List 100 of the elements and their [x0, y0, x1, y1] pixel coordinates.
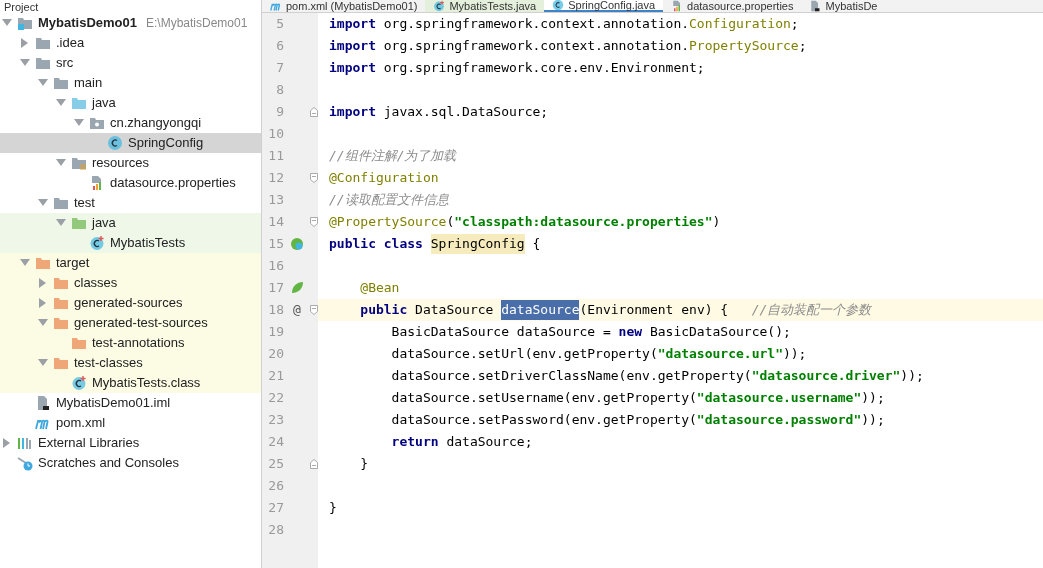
editor-tab[interactable]: pom.xml (MybatisDemo01) — [262, 0, 426, 12]
code-token: } — [359, 455, 369, 474]
code-token: return — [390, 433, 439, 452]
code-token: BasicDataSource dataSource = — [390, 323, 612, 342]
line-number: 13 — [267, 191, 284, 210]
collapse-arrow-icon[interactable] — [38, 79, 48, 87]
code-token: import — [329, 37, 376, 56]
fold-icon[interactable] — [310, 217, 318, 227]
folder-icon — [35, 35, 51, 51]
panel-title[interactable]: Project — [4, 2, 39, 13]
tree-item[interactable]: java — [0, 213, 261, 233]
code-token: public — [359, 301, 408, 320]
collapse-arrow-icon[interactable] — [20, 259, 30, 267]
folder-icon — [71, 215, 87, 231]
tree-item[interactable]: java — [0, 93, 261, 113]
tree-item[interactable]: main — [0, 73, 261, 93]
code-token: ; — [790, 15, 799, 34]
implemented-marker-icon[interactable] — [290, 237, 304, 251]
tree-item-label: MybatisDemo01.iml — [56, 394, 171, 413]
collapse-arrow-icon[interactable] — [20, 59, 30, 67]
tree-item[interactable]: classes — [0, 273, 261, 293]
gutter-marker[interactable]: @ — [293, 300, 301, 320]
tree-item[interactable]: SpringConfig — [0, 133, 261, 153]
tree-item[interactable]: datasource.properties — [0, 173, 261, 193]
tree-item[interactable]: resources — [0, 153, 261, 173]
module-file-icon — [809, 0, 822, 12]
tree-item-label: test — [74, 194, 95, 213]
fold-icon[interactable] — [310, 459, 318, 469]
fold-icon[interactable] — [310, 305, 318, 315]
tree-item[interactable]: Scratches and Consoles — [0, 453, 261, 473]
tree-item-label: cn.zhangyongqi — [110, 114, 202, 133]
collapse-arrow-icon[interactable] — [38, 199, 48, 207]
folder-icon — [35, 55, 51, 71]
tree-item[interactable]: MybatisDemo01 E:\MybatisDemo01 — [0, 13, 261, 33]
line-number: 22 — [267, 389, 284, 408]
fold-icon[interactable] — [310, 107, 318, 117]
expand-arrow-icon[interactable] — [3, 438, 11, 448]
resources-folder-icon — [71, 155, 87, 171]
expand-arrow-icon[interactable] — [21, 38, 29, 48]
fold-icon[interactable] — [310, 173, 318, 183]
code-token: dataSource.setPassword(env.getProperty( — [390, 411, 697, 430]
code-token: dataSource.setUsername(env.getProperty( — [390, 389, 697, 408]
scratches-icon — [17, 455, 33, 471]
line-number: 26 — [267, 477, 284, 496]
editor-tab[interactable]: MybatisDe — [801, 0, 886, 12]
editor-tab[interactable]: SpringConfig.java — [544, 0, 664, 12]
code-token: )); — [900, 367, 924, 386]
tree-item[interactable]: External Libraries — [0, 433, 261, 453]
tree-item[interactable]: pom.xml — [0, 413, 261, 433]
line-number: 12 — [267, 169, 284, 188]
tree-item[interactable]: MybatisTests — [0, 233, 261, 253]
tree-item[interactable]: target — [0, 253, 261, 273]
tree-item[interactable]: test-classes — [0, 353, 261, 373]
code-token: javax.sql.DataSource; — [382, 103, 549, 122]
code-token: dataSource — [501, 300, 580, 320]
code-token: PropertySource — [689, 37, 799, 56]
line-number: 10 — [267, 125, 284, 144]
code-token: Configuration — [689, 15, 791, 34]
collapse-arrow-icon[interactable] — [56, 219, 66, 227]
line-number: 15 — [267, 235, 284, 254]
code-token: //读取配置文件信息 — [329, 191, 449, 210]
tree-item[interactable]: cn.zhangyongqi — [0, 113, 261, 133]
code-token: DataSource — [414, 301, 495, 320]
collapse-arrow-icon[interactable] — [56, 159, 66, 167]
tree-item-label: src — [56, 54, 74, 73]
tree-item[interactable]: test — [0, 193, 261, 213]
module-file-icon — [35, 395, 51, 411]
line-number: 11 — [267, 147, 284, 166]
tree-item[interactable]: MybatisDemo01.iml — [0, 393, 261, 413]
test-class-icon — [71, 375, 87, 391]
tree-item[interactable]: test-annotations — [0, 333, 261, 353]
editor-tab[interactable]: datasource.properties — [663, 0, 802, 12]
tree-item-label: generated-test-sources — [74, 314, 208, 333]
folder-icon — [53, 315, 69, 331]
collapse-arrow-icon[interactable] — [38, 359, 48, 367]
tree-item[interactable]: MybatisTests.class — [0, 373, 261, 393]
code-token: ) — [712, 213, 721, 232]
tree-item[interactable]: src — [0, 53, 261, 73]
collapse-arrow-icon[interactable] — [56, 99, 66, 107]
tree-item[interactable]: generated-test-sources — [0, 313, 261, 333]
libraries-icon — [17, 435, 33, 451]
line-number: 27 — [267, 499, 284, 518]
tree-item[interactable]: .idea — [0, 33, 261, 53]
tree-item-label: classes — [74, 274, 118, 293]
collapse-arrow-icon[interactable] — [2, 19, 12, 27]
tree-item[interactable]: generated-sources — [0, 293, 261, 313]
package-icon — [89, 115, 105, 131]
code-token: )); — [861, 411, 885, 430]
bean-marker-icon[interactable] — [290, 281, 304, 295]
tree-item-label: pom.xml — [56, 414, 106, 433]
line-number: 28 — [267, 521, 284, 540]
code-token: "datasource.username" — [696, 389, 862, 408]
line-number: 7 — [275, 59, 284, 78]
collapse-arrow-icon[interactable] — [74, 119, 84, 127]
editor-tab[interactable]: MybatisTests.java — [425, 0, 545, 12]
tree-item-label: SpringConfig — [128, 134, 204, 153]
line-number: 20 — [267, 345, 284, 364]
collapse-arrow-icon[interactable] — [38, 319, 48, 327]
tree-item-label: MybatisDemo01 — [38, 14, 137, 33]
code-token: ( — [446, 213, 455, 232]
